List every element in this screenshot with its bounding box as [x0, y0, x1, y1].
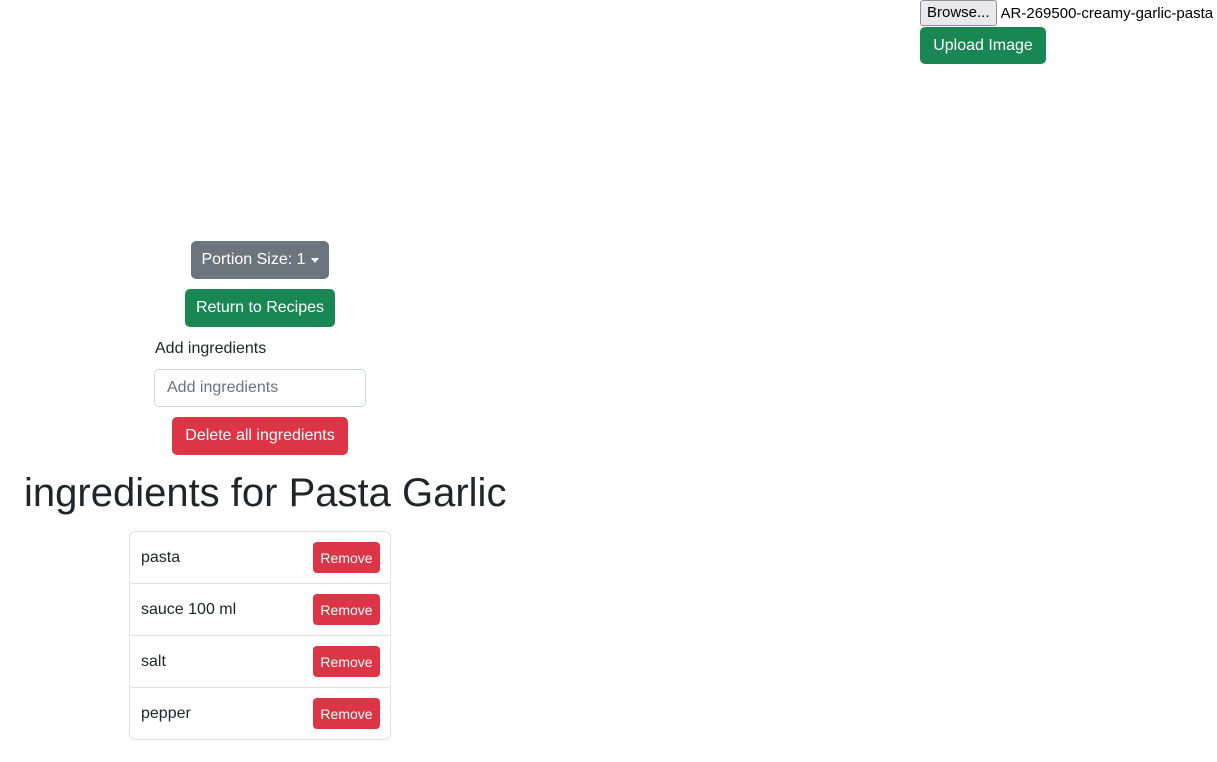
- ingredient-name: pasta: [141, 548, 181, 566]
- file-upload-field[interactable]: Browse... AR-269500-creamy-garlic-pasta: [920, 0, 1217, 26]
- recipe-ingredients-page: Browse... AR-269500-creamy-garlic-pasta …: [0, 0, 1217, 762]
- list-item: pasta Remove: [130, 532, 390, 583]
- list-item: pepper Remove: [130, 687, 390, 739]
- portion-size-label: Portion Size: 1: [201, 251, 306, 268]
- remove-button[interactable]: Remove: [313, 698, 380, 729]
- portion-size-dropdown[interactable]: Portion Size: 1: [191, 241, 329, 279]
- ingredient-name: sauce 100 ml: [141, 600, 237, 618]
- remove-button[interactable]: Remove: [313, 542, 380, 573]
- return-to-recipes-button[interactable]: Return to Recipes: [185, 289, 335, 327]
- remove-button[interactable]: Remove: [313, 594, 380, 625]
- remove-button[interactable]: Remove: [313, 646, 380, 677]
- ingredient-name: pepper: [141, 704, 191, 722]
- list-item: salt Remove: [130, 635, 390, 687]
- page-title: ingredients for Pasta Garlic: [24, 471, 507, 515]
- caret-down-icon: [310, 257, 319, 263]
- ingredient-list: pasta Remove sauce 100 ml Remove salt Re…: [129, 531, 391, 740]
- add-ingredients-input[interactable]: [154, 369, 366, 407]
- list-item: sauce 100 ml Remove: [130, 583, 390, 635]
- add-ingredients-label: Add ingredients: [155, 340, 267, 357]
- delete-all-ingredients-button[interactable]: Delete all ingredients: [172, 417, 348, 455]
- browse-button[interactable]: Browse...: [920, 0, 997, 26]
- upload-image-button[interactable]: Upload Image: [920, 27, 1046, 64]
- selected-file-name: AR-269500-creamy-garlic-pasta: [1000, 4, 1214, 22]
- ingredient-name: salt: [141, 652, 166, 670]
